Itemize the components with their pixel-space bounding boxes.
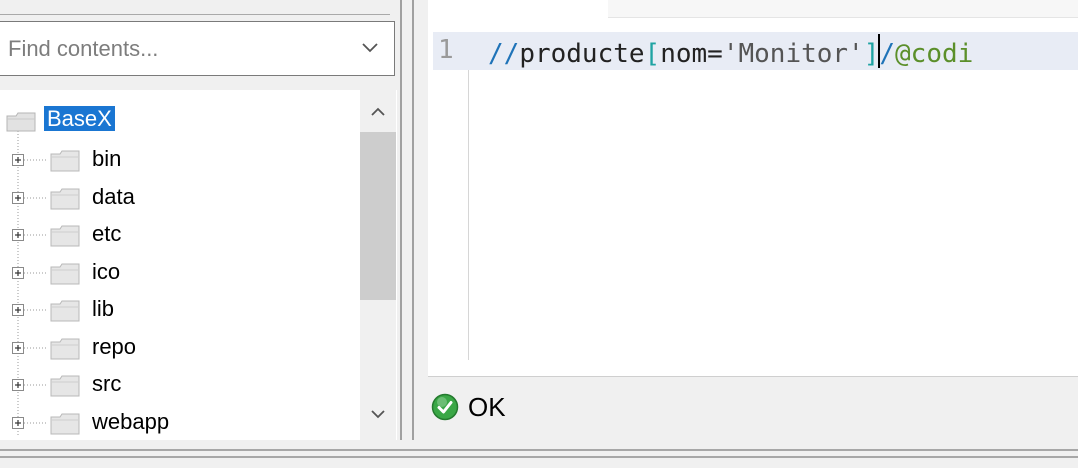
code-token: producte [519,39,645,69]
folder-icon [50,225,80,247]
tree-connector [24,347,46,348]
code-line-text[interactable]: //producte[nom='Monitor']/@codi [488,34,973,70]
gutter-divider [468,70,469,360]
tree-item-label: src [92,371,122,396]
code-token: / [879,39,896,69]
scroll-down-arrow-icon[interactable] [368,406,388,422]
splitter-line [400,0,402,440]
tree-connector [24,234,46,236]
tree-root[interactable]: BaseX [0,102,360,138]
folder-open-icon [6,112,36,132]
tree-item-label: etc [92,221,122,246]
tree-item[interactable]: lib [0,292,360,328]
tree-connector [24,309,46,311]
editor-top-strip [608,0,1078,18]
code-token: // [488,39,520,69]
code-token: [ [644,39,661,69]
search-combobox[interactable] [0,21,395,76]
folder-icon [50,300,80,322]
folder-icon [50,375,80,397]
tree-connector [24,272,46,273]
tree-connector [24,197,46,198]
tree-connector [24,159,46,161]
scroll-up-arrow-icon[interactable] [368,104,388,120]
tree-item-label: data [92,183,135,209]
tree-item-label: lib [92,296,115,321]
tree-item-label: bin [92,146,122,171]
tree-item-label: repo [92,333,137,359]
panel-top-strip [0,0,390,15]
tree-item-label: webapp [92,408,170,434]
tree-item[interactable]: data [0,180,360,216]
bottom-divider [0,449,1078,451]
plus-box-icon[interactable] [12,416,24,429]
tree-item[interactable]: repo [0,330,360,366]
tree-item[interactable]: bin [0,142,360,178]
tree-item[interactable]: ico [0,255,360,291]
tree-connector [24,384,46,386]
folder-icon [50,263,80,284]
plus-box-icon[interactable] [12,304,24,316]
vertical-scrollbar[interactable] [360,90,396,440]
file-tree: BaseX bin data etc ico lib repo src webapp [0,90,397,440]
status-text: OK [468,392,506,422]
tree-item[interactable]: webapp [0,405,360,441]
scroll-thumb[interactable] [360,132,396,300]
folder-icon [50,150,80,172]
bottom-divider [0,456,1078,458]
check-circle-icon [431,393,459,421]
code-token: ] [863,39,880,69]
plus-box-icon[interactable] [12,379,24,391]
line-number: 1 [438,35,454,65]
tree-item-label: ico [92,258,121,284]
tree-connector [24,422,46,423]
status-bar: OK [428,376,1078,441]
search-input[interactable] [8,22,338,75]
folder-icon [50,338,80,359]
tree-item[interactable]: etc [0,217,360,253]
folder-icon [50,188,80,209]
code-token: 'Monitor' [722,39,864,69]
plus-box-icon[interactable] [12,341,24,354]
chevron-down-icon[interactable] [360,38,380,58]
tree-root-label[interactable]: BaseX [44,106,115,131]
tree-item[interactable]: src [0,367,360,403]
splitter-line [412,0,414,440]
code-token: nom= [660,39,723,69]
plus-box-icon[interactable] [12,266,24,279]
code-token: @codi [895,39,974,69]
folder-icon [50,413,80,434]
plus-box-icon[interactable] [12,154,24,166]
plus-box-icon[interactable] [12,191,24,204]
plus-box-icon[interactable] [12,229,24,241]
